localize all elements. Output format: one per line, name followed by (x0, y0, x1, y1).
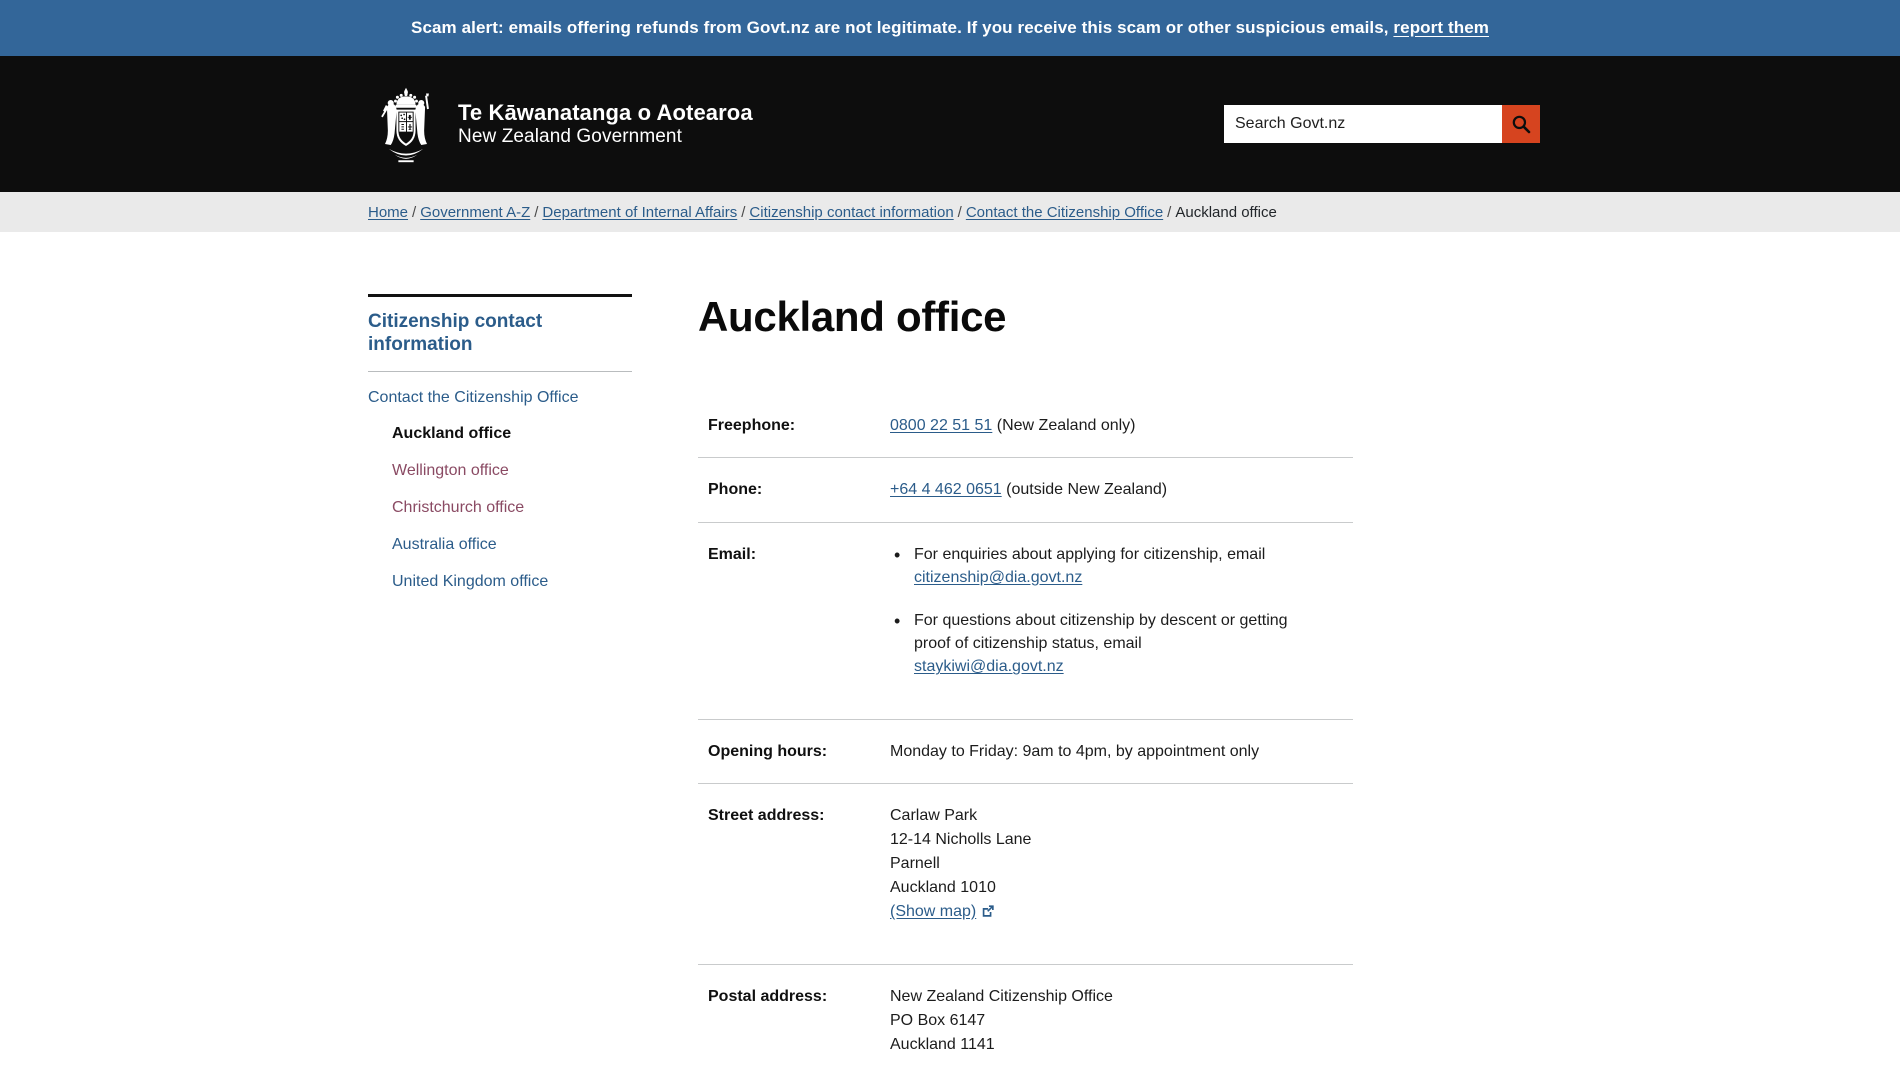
postal-address-line: New Zealand Citizenship Office (890, 987, 1113, 1005)
breadcrumb-item-current: Auckland office (1175, 203, 1277, 221)
row-value-postal-address: New Zealand Citizenship Office PO Box 61… (890, 964, 1353, 1077)
row-label-email: Email: (708, 545, 757, 563)
sidebar-link-label[interactable]: Australia office (392, 536, 497, 553)
sidebar-section-title[interactable]: Citizenship contact information (368, 297, 632, 372)
main-content: Auckland office Freephone: 0800 22 51 51… (688, 293, 1540, 1077)
postal-address-line: Auckland 1141 (890, 1035, 995, 1053)
email-bullet-text: For questions about citizenship by desce… (914, 611, 1288, 653)
search-icon (1512, 115, 1531, 134)
street-address-line: Parnell (890, 854, 940, 872)
table-row-postal-address: Postal address: New Zealand Citizenship … (698, 964, 1353, 1077)
brand-title-maori: Te Kāwanatanga o Aotearoa (458, 99, 753, 125)
breadcrumb-separator: / (412, 203, 417, 221)
page-title: Auckland office (698, 293, 1007, 340)
page-body: Citizenship contact information Contact … (360, 232, 1540, 1077)
breadcrumb-separator: / (741, 203, 746, 221)
table-row-freephone: Freephone: 0800 22 51 51 (New Zealand on… (698, 394, 1353, 458)
breadcrumb-separator: / (957, 203, 962, 221)
breadcrumb-separator: / (1167, 203, 1172, 221)
citizenship-email-link[interactable]: citizenship@dia.govt.nz (914, 569, 1082, 586)
table-row-email: Email: For enquiries about applying for … (698, 522, 1353, 719)
breadcrumb-bar: Home / Government A-Z / Department of Intern… (0, 192, 1900, 232)
row-label-freephone: Freephone: (708, 417, 796, 435)
sidebar-link-label[interactable]: Contact the Citizenship Office (368, 389, 578, 406)
brand-title-english: New Zealand Government (458, 125, 682, 147)
row-value-phone: +64 4 462 0651 (outside New Zealand) (890, 458, 1353, 522)
sidebar-link-label: Auckland office (392, 425, 512, 443)
contact-details-table: Freephone: 0800 22 51 51 (New Zealand on… (698, 394, 1353, 1077)
scam-alert-text: Scam alert: emails offering refunds from… (411, 18, 1489, 38)
list-item: For enquiries about applying for citizen… (890, 542, 1290, 589)
email-bullet-text: For enquiries about applying for citizen… (914, 545, 1266, 563)
sidebar-item-wellington-office[interactable]: Wellington office (368, 461, 648, 482)
row-value-opening-hours: Monday to Friday: 9am to 4pm, by appoint… (890, 742, 1260, 760)
staykiwi-email-link[interactable]: staykiwi@dia.govt.nz (914, 658, 1064, 675)
table-row-opening-hours: Opening hours: Monday to Friday: 9am to … (698, 719, 1353, 784)
nz-coat-of-arms-icon (381, 87, 429, 163)
email-bullet-list: For enquiries about applying for citizen… (890, 542, 1353, 679)
row-label-postal-address: Postal address: (708, 987, 828, 1005)
sidebar-item-united-kingdom-office[interactable]: United Kingdom office (368, 572, 648, 593)
breadcrumb-item-citizenship-contact-information[interactable]: Citizenship contact information (749, 204, 953, 221)
sidebar-item-contact-the-citizenship-office[interactable]: Contact the Citizenship Office (368, 388, 648, 409)
freephone-suffix: (New Zealand only) (992, 417, 1136, 435)
search-submit-button[interactable] (1502, 105, 1540, 143)
sidebar-link-label[interactable]: Christchurch office (392, 499, 524, 516)
govt-nz-logo[interactable]: Te Kāwanatanga o Aotearoa New Zealand Go… (368, 82, 753, 166)
row-label-phone: Phone: (708, 481, 763, 499)
breadcrumb-item-department-of-internal-affairs[interactable]: Department of Internal Affairs (542, 204, 737, 221)
postal-address-line: PO Box 6147 (890, 1011, 986, 1029)
sidebar-list: Contact the Citizenship Office Auckland … (368, 372, 648, 593)
row-label-opening-hours: Opening hours: (708, 742, 828, 760)
breadcrumb-item-home[interactable]: Home (368, 204, 408, 221)
breadcrumb-item-government-a-z[interactable]: Government A-Z (420, 204, 530, 221)
section-navigation: Citizenship contact information Contact … (368, 294, 688, 1077)
phone-number-link[interactable]: +64 4 462 0651 (890, 481, 1002, 498)
row-value-street-address: Carlaw Park 12-14 Nicholls Lane Parnell … (890, 783, 1353, 964)
street-address-line: Auckland 1010 (890, 878, 996, 896)
site-search (1224, 105, 1540, 143)
sidebar-item-christchurch-office[interactable]: Christchurch office (368, 498, 648, 519)
freephone-number-link[interactable]: 0800 22 51 51 (890, 417, 992, 434)
breadcrumb-separator: / (534, 203, 539, 221)
show-map-link[interactable]: (Show map) (890, 903, 976, 920)
table-row-phone: Phone: +64 4 462 0651 (outside New Zeala… (698, 458, 1353, 523)
sidebar-link-label[interactable]: United Kingdom office (392, 573, 548, 590)
sidebar-link-label[interactable]: Wellington office (392, 462, 509, 479)
row-value-email: For enquiries about applying for citizen… (890, 522, 1353, 719)
street-address-line: 12-14 Nicholls Lane (890, 830, 1032, 848)
sidebar-item-australia-office[interactable]: Australia office (368, 535, 648, 556)
row-label-street-address: Street address: (708, 806, 825, 824)
row-value-freephone: 0800 22 51 51 (New Zealand only) (890, 394, 1353, 458)
search-input[interactable] (1224, 105, 1502, 143)
list-item: For questions about citizenship by desce… (890, 608, 1290, 679)
breadcrumb-item-contact-the-citizenship-office[interactable]: Contact the Citizenship Office (966, 204, 1163, 221)
external-link-icon (983, 905, 994, 917)
scam-alert-message: Scam alert: emails offering refunds from… (411, 17, 1394, 37)
site-masthead: Te Kāwanatanga o Aotearoa New Zealand Go… (0, 56, 1900, 192)
phone-suffix: (outside New Zealand) (1001, 481, 1168, 499)
scam-alert-banner: Scam alert: emails offering refunds from… (0, 0, 1900, 56)
report-them-link[interactable]: report them (1393, 18, 1489, 37)
sidebar-item-auckland-office: Auckland office (368, 424, 648, 445)
table-row-street-address: Street address: Carlaw Park 12-14 Nichol… (698, 783, 1353, 965)
breadcrumb: Home / Government A-Z / Department of Intern… (360, 205, 1540, 220)
street-address-line: Carlaw Park (890, 806, 978, 824)
